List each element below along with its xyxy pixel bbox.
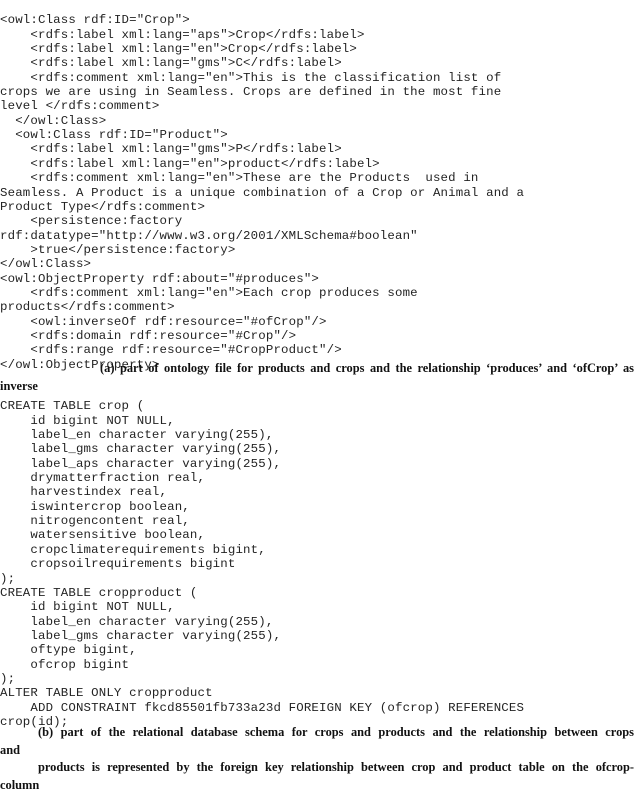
figure-caption-a-text: (a) part of ontology file for products a… xyxy=(0,361,634,393)
code-line: <owl:Class rdf:ID="Crop"> xyxy=(0,13,190,28)
code-line: <rdfs:comment xml:lang="en">This is the … xyxy=(0,70,502,85)
figure-caption-b: (b) part of the relational database sche… xyxy=(0,724,634,794)
code-line: cropclimaterequirements bigint, xyxy=(0,542,266,557)
code-line: <rdfs:comment xml:lang="en">These are th… xyxy=(0,171,479,186)
code-line: level </rdfs:comment> xyxy=(0,99,160,114)
code-line: ); xyxy=(0,671,16,686)
code-line: ALTER TABLE ONLY cropproduct xyxy=(0,686,213,701)
code-line: </owl:Class> xyxy=(0,113,107,128)
code-line: label_aps character varying(255), xyxy=(0,456,282,471)
code-line: CREATE TABLE cropproduct ( xyxy=(0,585,198,600)
code-line: <rdfs:range rdf:resource="#CropProduct"/… xyxy=(0,343,342,358)
ontology-code-listing: <owl:Class rdf:ID="Crop"> <rdfs:label xm… xyxy=(0,13,634,372)
code-line: nitrogencontent real, xyxy=(0,514,190,529)
figure-caption-b-line1: (b) part of the relational database sche… xyxy=(0,725,634,757)
figure-caption-a: (a) part of ontology file for products a… xyxy=(0,360,634,395)
code-line: label_en character varying(255), xyxy=(0,428,274,443)
code-line: <owl:inverseOf rdf:resource="#ofCrop"/> xyxy=(0,314,327,329)
code-line: <rdfs:label xml:lang="en">Crop</rdfs:lab… xyxy=(0,42,357,57)
code-line: <rdfs:label xml:lang="gms">C</rdfs:label… xyxy=(0,56,342,71)
code-line: Seamless. A Product is a unique combinat… xyxy=(0,185,525,200)
code-line: id bigint NOT NULL, xyxy=(0,600,175,615)
code-line: label_gms character varying(255), xyxy=(0,628,282,643)
code-line: drymatterfraction real, xyxy=(0,471,206,486)
code-line: <rdfs:label xml:lang="aps">Crop</rdfs:la… xyxy=(0,27,365,42)
code-line: crops we are using in Seamless. Crops ar… xyxy=(0,85,502,100)
code-line: label_en character varying(255), xyxy=(0,614,274,629)
code-line: <persistence:factory xyxy=(0,214,183,229)
code-line: watersensitive boolean, xyxy=(0,528,206,543)
code-line: <owl:ObjectProperty rdf:about="#produces… xyxy=(0,271,320,286)
code-line: Product Type</rdfs:comment> xyxy=(0,199,206,214)
code-line: products</rdfs:comment> xyxy=(0,300,175,315)
code-line: <owl:Class rdf:ID="Product"> xyxy=(0,128,228,143)
code-line: </owl:Class> xyxy=(0,257,92,272)
code-line: ADD CONSTRAINT fkcd85501fb733a23d FOREIG… xyxy=(0,700,525,715)
code-line: <rdfs:comment xml:lang="en">Each crop pr… xyxy=(0,285,418,300)
code-line: ofcrop bigint xyxy=(0,657,130,672)
figure-page: <owl:Class rdf:ID="Crop"> <rdfs:label xm… xyxy=(0,0,634,791)
code-line: harvestindex real, xyxy=(0,485,168,500)
code-line: rdf:datatype="http://www.w3.org/2001/XML… xyxy=(0,228,418,243)
code-line: id bigint NOT NULL, xyxy=(0,413,175,428)
code-line: cropsoilrequirements bigint xyxy=(0,557,236,572)
code-line: iswintercrop boolean, xyxy=(0,499,190,514)
code-line: label_gms character varying(255), xyxy=(0,442,282,457)
code-line: <rdfs:label xml:lang="en">product</rdfs:… xyxy=(0,156,380,171)
code-line: <rdfs:label xml:lang="gms">P</rdfs:label… xyxy=(0,142,342,157)
sql-code-listing: CREATE TABLE crop ( id bigint NOT NULL, … xyxy=(0,399,634,729)
code-line: oftype bigint, xyxy=(0,643,137,658)
code-line: >true</persistence:factory> xyxy=(0,242,236,257)
code-line: ); xyxy=(0,571,16,586)
code-line: <rdfs:domain rdf:resource="#Crop"/> xyxy=(0,328,297,343)
code-line: CREATE TABLE crop ( xyxy=(0,399,145,414)
figure-caption-b-line2: products is represented by the foreign k… xyxy=(0,760,634,792)
